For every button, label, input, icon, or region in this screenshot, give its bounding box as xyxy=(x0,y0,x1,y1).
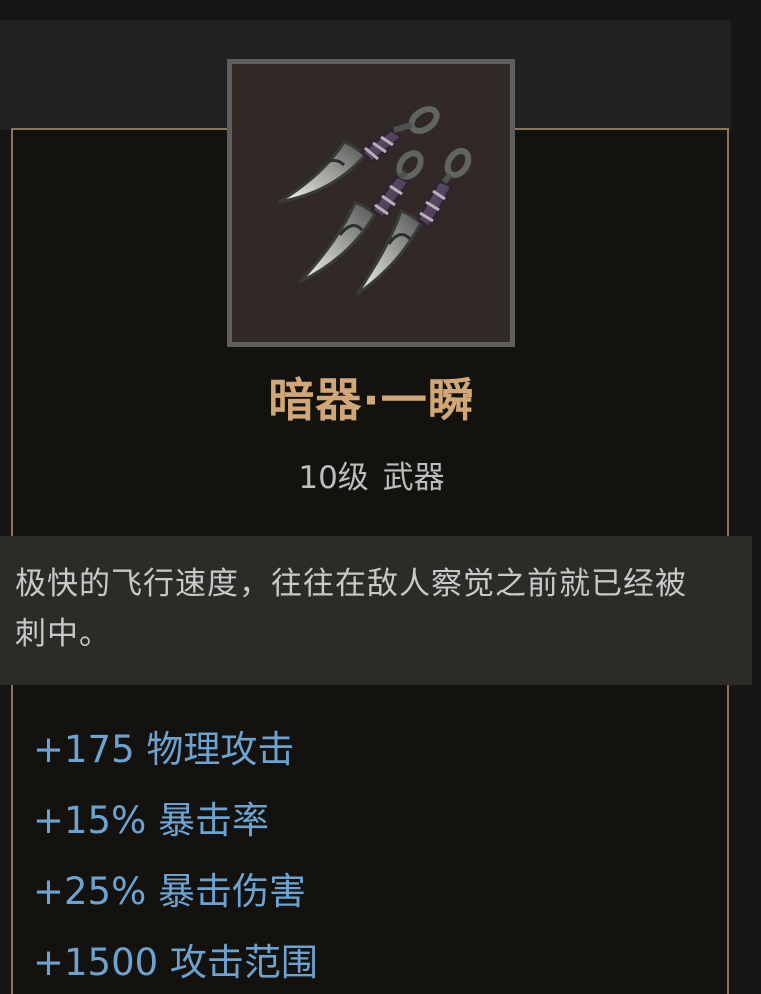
stat-attack-range: +1500 攻击范围 xyxy=(33,941,318,984)
stat-crit-damage: +25% 暴击伤害 xyxy=(33,870,307,913)
right-margin xyxy=(731,0,761,994)
throwing-knives-icon xyxy=(278,106,472,296)
stat-physical-attack: +175 物理攻击 xyxy=(33,728,295,771)
item-description: 极快的飞行速度，往往在敌人察觉之前就已经被刺中。 xyxy=(15,566,687,652)
item-level-type: 10级 武器 xyxy=(298,460,445,496)
item-icon-frame xyxy=(227,59,515,347)
stat-list: +175 物理攻击 +15% 暴击率 +25% 暴击伤害 +1500 攻击范围 xyxy=(33,722,713,994)
stat-crit-rate: +15% 暴击率 xyxy=(33,799,270,842)
item-name: 暗器·一瞬 xyxy=(268,373,475,427)
item-tooltip-screen: 暗器·一瞬 10级 武器 极快的飞行速度，往往在敌人察觉之前就已经被刺中。 +1… xyxy=(0,0,761,994)
description-box: 极快的飞行速度，往往在敌人察觉之前就已经被刺中。 xyxy=(0,536,752,685)
